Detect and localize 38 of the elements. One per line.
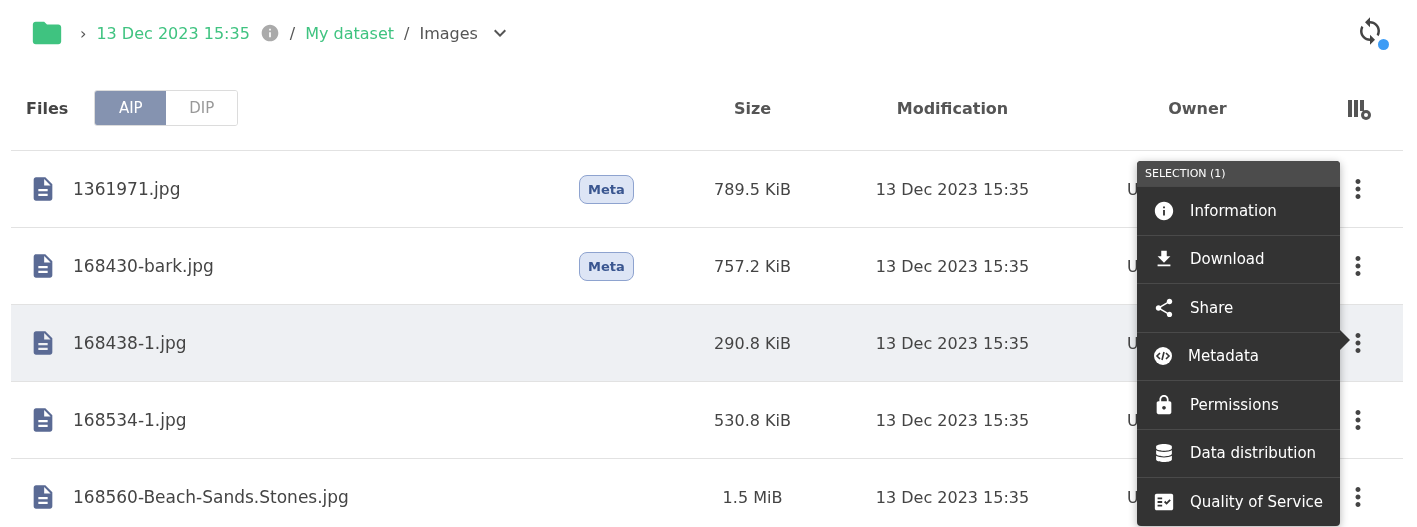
file-name: 168534-1.jpg [73,410,187,430]
file-size: 757.2 KiB [713,256,792,276]
menu-item[interactable]: Data distribution [1137,428,1340,477]
modification-date: 13 Dec 2023 15:35 [874,179,1031,199]
owner-name: U [1127,487,1139,507]
menu-item[interactable]: Information [1137,186,1340,235]
meta-tag: Meta [579,251,634,281]
breadcrumb-separator: / [404,23,410,43]
meta-tag: Meta [579,174,634,204]
column-header[interactable]: Modification [825,98,1080,118]
file-size: 789.5 KiB [713,179,792,199]
modification-date: 13 Dec 2023 15:35 [874,410,1031,430]
owner-name: U [1127,179,1139,199]
owner-name: U [1127,410,1139,430]
files-title: Files [26,98,69,118]
modification-date: 13 Dec 2023 15:35 [874,333,1031,353]
owner-name: U [1127,256,1139,276]
menu-item[interactable]: Metadata [1137,331,1340,380]
breadcrumb-separator: / [289,23,296,43]
menu-item[interactable]: Permissions [1137,380,1340,429]
file-size: 290.8 KiB [713,333,792,353]
modification-date: 13 Dec 2023 15:35 [874,487,1031,507]
owner-name: U [1127,333,1139,353]
file-size: 1.5 MiB [721,487,784,507]
file-name: 168430-bark.jpg [73,256,214,276]
menu-item[interactable]: Share [1137,283,1340,332]
breadcrumb-current: Images [419,23,478,43]
column-header[interactable]: Size [680,98,825,118]
breadcrumb-separator: › [80,23,87,43]
file-name: 168560-Beach-Sands.Stones.jpg [73,487,349,507]
modification-date: 13 Dec 2023 15:35 [874,256,1031,276]
file-name: 1361971.jpg [73,179,181,199]
menu-item[interactable]: Download [1137,234,1340,283]
column-header[interactable]: Owner [1080,98,1315,118]
menu-item[interactable]: Quality of Service [1137,477,1340,526]
file-name: 168438-1.jpg [73,333,187,353]
menu-title: SELECTION (1) [1137,161,1340,186]
file-size: 530.8 KiB [713,410,792,430]
